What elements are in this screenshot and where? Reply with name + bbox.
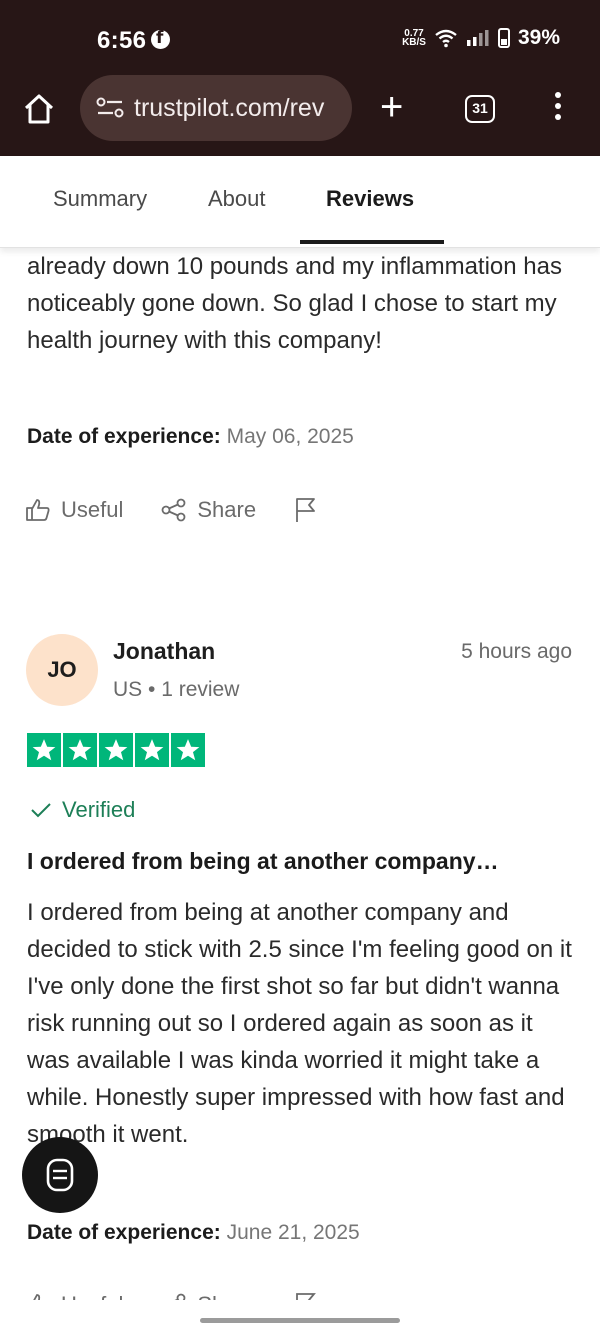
star-icon — [63, 733, 97, 767]
verified-badge[interactable]: Verified — [30, 797, 135, 823]
review-date: Date of experience: June 21, 2025 — [27, 1221, 360, 1245]
review-time: 5 hours ago — [461, 640, 572, 663]
wifi-icon — [435, 29, 457, 48]
floating-lens-button[interactable] — [22, 1137, 98, 1213]
star-icon — [99, 733, 133, 767]
previous-review-actions: Useful Share — [25, 497, 366, 523]
reviewer-name[interactable]: Jonathan — [113, 638, 215, 665]
tab-reviews[interactable]: Reviews — [326, 186, 414, 212]
star-icon — [27, 733, 61, 767]
previous-review-date: Date of experience: May 06, 2025 — [27, 425, 354, 449]
review-title[interactable]: I ordered from being at another company… — [27, 848, 499, 875]
useful-label: Useful — [61, 497, 124, 522]
date-of-experience-value: May 06, 2025 — [226, 425, 354, 448]
reviewer-meta: US • 1 review — [113, 678, 240, 701]
home-icon[interactable] — [22, 92, 56, 126]
star-icon — [171, 733, 205, 767]
tab-summary[interactable]: Summary — [53, 186, 147, 212]
report-button[interactable] — [294, 497, 328, 523]
checkmark-icon — [31, 803, 51, 818]
useful-button[interactable]: Useful — [25, 497, 123, 523]
date-of-experience-label: Date of experience: — [27, 1221, 221, 1244]
signal-icon — [466, 30, 489, 46]
thumbs-up-icon — [26, 499, 50, 521]
avatar[interactable]: JO — [26, 634, 98, 706]
date-of-experience-label: Date of experience: — [27, 425, 221, 448]
browser-toolbar: trustpilot.com/rev + 31 — [0, 70, 600, 156]
new-tab-button[interactable]: + — [380, 87, 403, 127]
overflow-menu-icon[interactable] — [554, 92, 562, 126]
section-tabs: Summary About Reviews — [0, 156, 600, 248]
verified-label: Verified — [62, 797, 136, 822]
network-speed: 0.77 KB/S — [402, 29, 426, 48]
facebook-notification-icon — [151, 28, 170, 49]
previous-review-text: already down 10 pounds and my inflammati… — [27, 253, 562, 354]
review-body: I ordered from being at another company … — [27, 899, 572, 1148]
star-icon — [135, 733, 169, 767]
date-of-experience-value: June 21, 2025 — [226, 1221, 360, 1244]
battery-percent: 39% — [517, 26, 560, 49]
bottom-fade — [0, 1300, 600, 1334]
tab-switcher-button[interactable]: 31 — [465, 95, 495, 123]
active-tab-indicator — [300, 240, 444, 244]
share-icon — [161, 498, 186, 522]
site-settings-icon[interactable] — [94, 97, 126, 119]
battery-icon — [497, 28, 510, 48]
status-indicators: 0.77 KB/S 39% — [402, 26, 560, 50]
url-text: trustpilot.com/rev — [134, 93, 325, 122]
status-bar: 6:56 0.77 KB/S 39% — [0, 0, 600, 70]
share-button[interactable]: Share — [161, 497, 256, 523]
tab-about[interactable]: About — [208, 186, 266, 212]
network-speed-unit: KB/S — [402, 37, 426, 48]
flag-icon — [296, 498, 315, 522]
star-rating — [27, 733, 205, 767]
gesture-home-indicator[interactable] — [200, 1318, 400, 1323]
address-bar[interactable]: trustpilot.com/rev — [80, 75, 352, 141]
share-label: Share — [197, 497, 257, 522]
status-time: 6:56 — [97, 27, 147, 54]
lens-icon — [46, 1158, 74, 1192]
